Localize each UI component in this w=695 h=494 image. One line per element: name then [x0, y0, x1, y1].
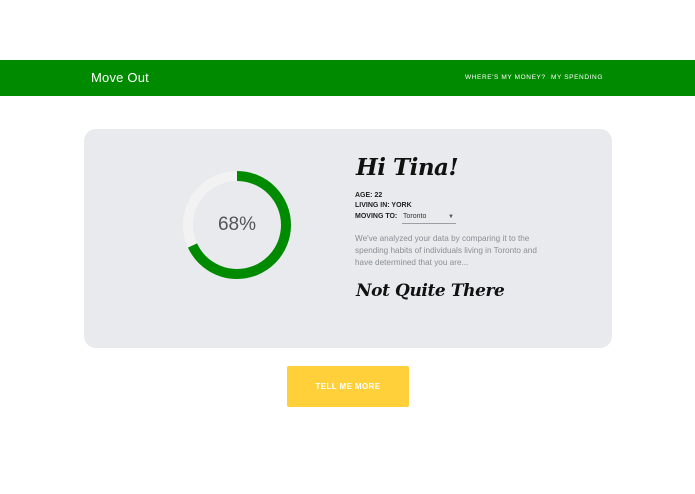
progress-percentage: 68%	[217, 214, 257, 235]
verdict-heading: Not Quite There	[356, 281, 505, 301]
analysis-description: We've analyzed your data by comparing it…	[355, 234, 537, 267]
profile-card: 68% Hi Tina! AGE: 22 LIVING IN: YORK MOV…	[84, 129, 612, 348]
greeting-heading: Hi Tina!	[356, 154, 459, 181]
living-in-label: LIVING IN: YORK	[355, 202, 412, 209]
tell-me-more-button[interactable]: TELL ME MORE	[287, 366, 409, 407]
brand-title[interactable]: Move Out	[91, 70, 149, 85]
nav-link-wheres-my-money[interactable]: WHERE'S MY MONEY?	[465, 74, 546, 81]
moving-to-select-value: Toronto	[403, 213, 427, 220]
moving-to-select[interactable]: Toronto ▼	[402, 211, 456, 224]
top-navbar: Move Out WHERE'S MY MONEY? MY SPENDING	[0, 60, 695, 96]
chevron-down-icon: ▼	[448, 214, 454, 220]
nav-link-my-spending[interactable]: MY SPENDING	[551, 74, 603, 81]
moving-to-label: MOVING TO:	[355, 213, 398, 220]
age-label: AGE: 22	[355, 192, 383, 199]
